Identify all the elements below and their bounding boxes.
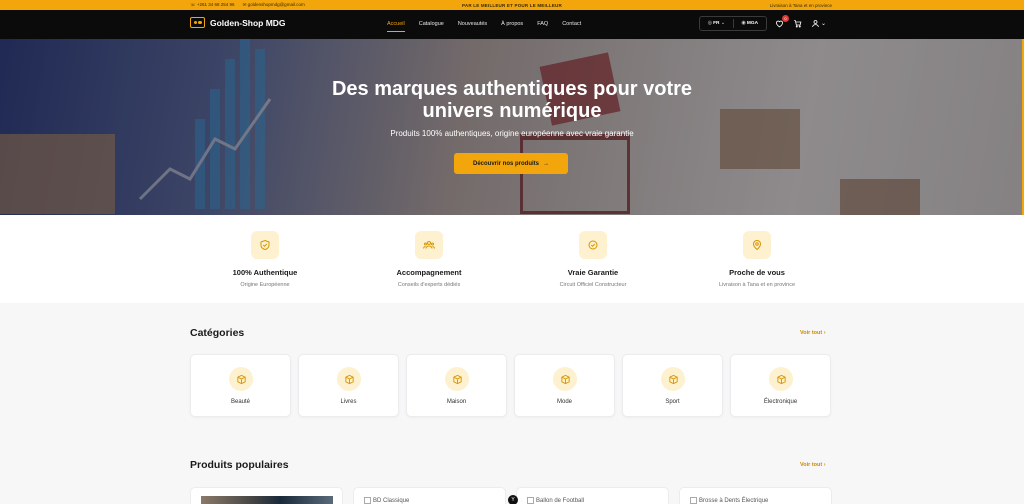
feature-title: Proche de vous bbox=[729, 268, 785, 277]
category-card-maison[interactable]: Maison bbox=[406, 354, 507, 417]
feature-proximite: Proche de vous Livraison à Tana et en pr… bbox=[687, 231, 827, 288]
category-card-electronique[interactable]: Électronique bbox=[730, 354, 831, 417]
nav-link-catalogue[interactable]: Catalogue bbox=[419, 21, 444, 27]
locale-selector: ◎ FR ⌄ ◉ MGA bbox=[699, 16, 767, 31]
check-circle-icon bbox=[579, 231, 607, 259]
delivery-text: Livraison à Tana et en province bbox=[769, 2, 832, 8]
feature-authentique: 100% Authentique Origine Européenne bbox=[195, 231, 335, 288]
globe-icon: ◎ bbox=[707, 21, 712, 26]
product-image bbox=[201, 496, 333, 504]
brand-logo[interactable]: Golden-Shop MDG bbox=[190, 17, 286, 28]
arrow-right-icon: → bbox=[543, 160, 549, 167]
product-card[interactable]: Ballon de Football bbox=[516, 487, 669, 504]
see-all-label: Voir tout bbox=[800, 330, 823, 336]
feature-desc: Conseils d'experts dédiés bbox=[397, 282, 461, 288]
product-image-alt: Brosse à Dents Électrique bbox=[699, 497, 769, 504]
feature-desc: Circuit Officiel Constructeur bbox=[559, 282, 627, 288]
category-label: Mode bbox=[556, 399, 572, 405]
product-card[interactable]: Brosse à Dents Électrique bbox=[679, 487, 832, 504]
currency-select[interactable]: ◉ MGA bbox=[734, 21, 767, 26]
broken-image-icon bbox=[364, 497, 371, 504]
product-image-broken: Brosse à Dents Électrique bbox=[690, 497, 768, 504]
hero-title: Des marques authentiques pour votre univ… bbox=[0, 78, 1024, 122]
top-info-bar: ☏ +261 34 68 254 96 ✉ goldenshopmdg@gmai… bbox=[0, 0, 1024, 10]
currency-value: MGA bbox=[746, 21, 759, 26]
categories-see-all-link[interactable]: Voir tout › bbox=[800, 330, 826, 336]
wishlist-badge: 0 bbox=[782, 15, 789, 22]
main-navbar: Golden-Shop MDG Accueil Catalogue Nouvea… bbox=[0, 10, 1024, 39]
feature-accompagnement: Accompagnement Conseils d'experts dédiés bbox=[359, 231, 499, 288]
hero-banner bbox=[0, 39, 1022, 215]
hero-overlay bbox=[0, 39, 1022, 215]
feature-desc: Livraison à Tana et en province bbox=[718, 282, 796, 288]
brand-badge-icon: Y bbox=[508, 495, 518, 504]
product-image-broken: BD Classique bbox=[364, 497, 409, 504]
products-see-all-link[interactable]: Voir tout › bbox=[800, 462, 826, 468]
users-icon bbox=[415, 231, 443, 259]
discover-products-button[interactable]: Découvrir nos produits → bbox=[454, 153, 568, 174]
feature-garantie: Vraie Garantie Circuit Officiel Construc… bbox=[523, 231, 663, 288]
box-icon bbox=[229, 367, 253, 391]
nav-link-accueil[interactable]: Accueil bbox=[387, 21, 405, 32]
category-card-mode[interactable]: Mode bbox=[514, 354, 615, 417]
product-card[interactable] bbox=[190, 487, 343, 504]
box-icon bbox=[337, 367, 361, 391]
hero-title-line-1: Des marques authentiques pour votre bbox=[331, 78, 693, 100]
chevron-down-icon: ⌄ bbox=[720, 21, 725, 26]
hero-subtitle: Produits 100% authentiques, origine euro… bbox=[390, 129, 634, 138]
user-menu[interactable]: ⌄ bbox=[811, 19, 826, 28]
category-label: Maison bbox=[446, 399, 467, 405]
category-label: Sport bbox=[665, 399, 680, 405]
features-strip: 100% Authentique Origine Européenne Acco… bbox=[0, 215, 1024, 303]
feature-title: Vraie Garantie bbox=[567, 268, 619, 277]
product-image-alt: BD Classique bbox=[373, 497, 410, 504]
feature-title: Accompagnement bbox=[396, 268, 462, 277]
nav-link-faq[interactable]: FAQ bbox=[537, 21, 548, 27]
cart-icon[interactable] bbox=[793, 19, 802, 28]
shield-check-icon bbox=[251, 231, 279, 259]
box-icon bbox=[661, 367, 685, 391]
promo-text: PAR LE MEILLEUR ET POUR LE MEILLEUR bbox=[462, 2, 562, 8]
category-label: Beauté bbox=[230, 399, 251, 405]
feature-title: 100% Authentique bbox=[232, 268, 298, 277]
language-value: FR bbox=[713, 21, 720, 26]
cta-label: Découvrir nos produits bbox=[472, 160, 539, 167]
nav-link-nouveautes[interactable]: Nouveautés bbox=[458, 21, 487, 27]
category-label: Électronique bbox=[763, 399, 798, 405]
product-card[interactable]: BD Classique bbox=[353, 487, 506, 504]
category-card-beaute[interactable]: Beauté bbox=[190, 354, 291, 417]
chevron-down-icon: ⌄ bbox=[821, 21, 827, 27]
currency-icon: ◉ bbox=[741, 21, 746, 26]
chevron-right-icon: › bbox=[823, 330, 826, 336]
category-card-sport[interactable]: Sport bbox=[622, 354, 723, 417]
nav-link-contact[interactable]: Contact bbox=[562, 21, 581, 27]
box-icon bbox=[445, 367, 469, 391]
category-label: Livres bbox=[340, 399, 357, 405]
broken-image-icon bbox=[690, 497, 697, 504]
see-all-label: Voir tout bbox=[800, 462, 823, 468]
map-pin-icon bbox=[743, 231, 771, 259]
box-icon bbox=[769, 367, 793, 391]
box-icon bbox=[553, 367, 577, 391]
brand-name: Golden-Shop MDG bbox=[210, 17, 286, 28]
user-icon bbox=[812, 20, 819, 28]
popular-products-title: Produits populaires bbox=[190, 459, 289, 471]
broken-image-icon bbox=[527, 497, 534, 504]
nav-link-a-propos[interactable]: À propos bbox=[501, 21, 523, 27]
logo-icon bbox=[190, 17, 205, 28]
nav-menu: Accueil Catalogue Nouveautés À propos FA… bbox=[387, 21, 581, 32]
category-card-livres[interactable]: Livres bbox=[298, 354, 399, 417]
product-image-broken: Ballon de Football bbox=[527, 497, 584, 504]
feature-desc: Origine Européenne bbox=[240, 282, 290, 288]
hero-title-line-2: univers numérique bbox=[422, 100, 602, 122]
chevron-right-icon: › bbox=[823, 462, 826, 468]
categories-title: Catégories bbox=[190, 327, 245, 339]
product-image-alt: Ballon de Football bbox=[536, 497, 585, 504]
language-select[interactable]: ◎ FR ⌄ bbox=[700, 21, 733, 26]
